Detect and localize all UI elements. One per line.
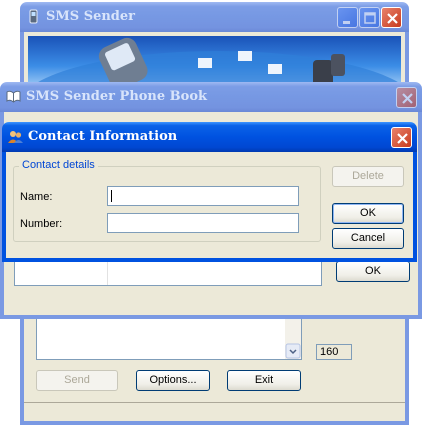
phonebook-title: SMS Sender Phone Book (26, 89, 208, 104)
exit-button[interactable]: Exit (227, 370, 301, 391)
options-button[interactable]: Options... (136, 370, 210, 391)
phonebook-ok-label: OK (365, 265, 381, 277)
contact-close-button[interactable] (391, 127, 412, 148)
contact-titlebar[interactable]: Contact Information (2, 122, 417, 152)
contacts-icon (8, 129, 23, 144)
book-icon (6, 89, 21, 104)
delete-button[interactable]: Delete (332, 166, 404, 187)
text-caret (111, 190, 112, 202)
contact-dialog: Contact Information Contact details Name… (2, 122, 417, 262)
contact-details-label: Contact details (19, 159, 98, 171)
contact-ok-label: OK (360, 207, 376, 219)
contact-ok-button[interactable]: OK (332, 203, 404, 224)
close-button[interactable] (381, 7, 402, 28)
delete-button-label: Delete (352, 170, 384, 182)
cancel-button-label: Cancel (350, 232, 386, 244)
send-button-label: Send (64, 374, 90, 386)
message-textarea[interactable] (36, 318, 302, 360)
cancel-button[interactable]: Cancel (332, 228, 404, 249)
main-window-title: SMS Sender (46, 9, 136, 24)
options-button-label: Options... (149, 374, 197, 386)
phonebook-close-button[interactable] (396, 87, 417, 108)
phonebook-titlebar[interactable]: SMS Sender Phone Book (0, 82, 422, 112)
contact-dialog-title: Contact Information (28, 129, 178, 144)
maximize-button[interactable] (359, 7, 380, 28)
status-bar (24, 402, 405, 421)
number-label: Number: (20, 218, 63, 230)
phonebook-ok-button[interactable]: OK (336, 261, 410, 282)
scrollbar[interactable] (285, 319, 301, 359)
main-titlebar[interactable]: SMS Sender (20, 2, 409, 32)
name-field[interactable] (107, 186, 299, 206)
sms-phone-icon (26, 9, 41, 24)
number-field[interactable] (107, 213, 299, 233)
minimize-button[interactable] (337, 7, 358, 28)
char-count: 160 (316, 344, 352, 360)
banner-image (28, 36, 401, 86)
char-count-value: 160 (320, 346, 339, 358)
send-button[interactable]: Send (36, 370, 118, 391)
exit-button-label: Exit (254, 374, 274, 386)
name-label: Name: (20, 191, 53, 203)
